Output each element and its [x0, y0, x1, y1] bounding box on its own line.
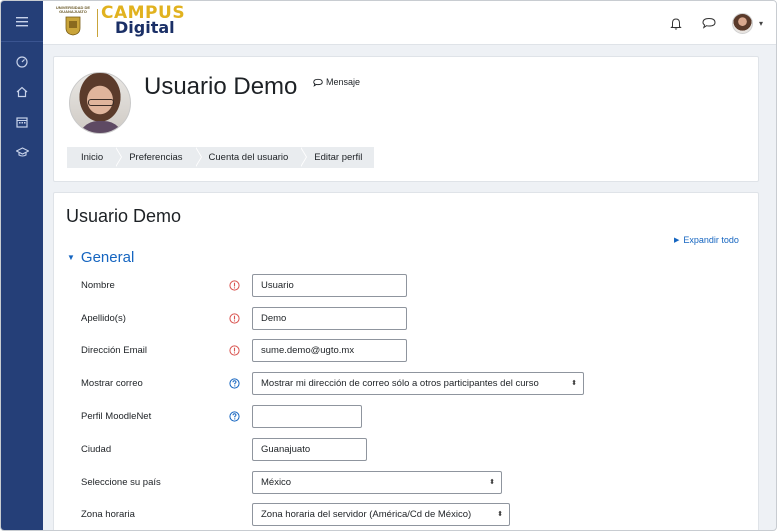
- courses-icon[interactable]: [10, 142, 34, 162]
- show-email-select[interactable]: Mostrar mi dirección de correo sólo a ot…: [252, 372, 584, 395]
- form-row-nombre: Nombre Usuario: [54, 274, 760, 298]
- first-name-input[interactable]: Usuario: [252, 274, 407, 297]
- email-input[interactable]: sume.demo@ugto.mx: [252, 339, 407, 362]
- breadcrumb-item-preferencias[interactable]: Preferencias: [115, 147, 202, 168]
- field-label: Zona horaria: [81, 509, 135, 520]
- brand-line-2: Digital: [115, 18, 175, 37]
- section-toggle-general[interactable]: ▼ General: [67, 249, 134, 266]
- edit-profile-form-card: Usuario Demo ▶ Expandir todo ▼ General N…: [53, 192, 760, 530]
- form-row-moodlenet: Perfil MoodleNet: [54, 405, 760, 429]
- field-label: Seleccione su país: [81, 477, 161, 488]
- logo-divider: [97, 9, 98, 37]
- university-seal-logo[interactable]: UNIVERSIDAD DE GUANAJUATO: [53, 6, 93, 40]
- field-label: Nombre: [81, 280, 115, 291]
- form-row-apellido: Apellido(s) Demo: [54, 307, 760, 331]
- show-email-select-value: Mostrar mi dirección de correo sólo a ot…: [261, 378, 539, 389]
- required-icon[interactable]: [228, 279, 240, 291]
- dashboard-icon[interactable]: [10, 52, 34, 72]
- select-caret-icon: ⬍: [497, 511, 503, 518]
- seal-text: UNIVERSIDAD DE GUANAJUATO: [55, 5, 91, 14]
- breadcrumb-item-inicio[interactable]: Inicio: [67, 147, 123, 168]
- calendar-icon[interactable]: [10, 112, 34, 132]
- profile-header-card: Usuario Demo Mensaje Inicio Preferencias…: [53, 56, 759, 182]
- form-row-pais: Seleccione su país México ⬍: [54, 471, 760, 495]
- section-title: General: [80, 249, 135, 266]
- field-label: Mostrar correo: [81, 378, 143, 389]
- menu-icon[interactable]: [10, 12, 34, 32]
- field-label: Apellido(s): [81, 313, 126, 324]
- home-icon[interactable]: [10, 82, 34, 102]
- campus-digital-logo[interactable]: CAMPUS Digital: [101, 5, 185, 36]
- timezone-select-value: Zona horaria del servidor (América/Cd de…: [261, 509, 472, 520]
- form-row-ciudad: Ciudad Guanajuato: [54, 438, 760, 462]
- avatar-glasses: [88, 99, 114, 106]
- help-icon[interactable]: [228, 410, 240, 422]
- city-input[interactable]: Guanajuato: [252, 438, 367, 461]
- field-label: Dirección Email: [81, 345, 147, 356]
- help-icon[interactable]: [228, 377, 240, 389]
- notifications-bell-icon[interactable]: [667, 14, 685, 32]
- expand-all-link[interactable]: ▶ Expandir todo: [674, 235, 739, 245]
- page-title: Usuario Demo: [66, 206, 182, 226]
- form-row-email: Dirección Email sume.demo@ugto.mx: [54, 339, 760, 363]
- expand-all-label: Expandir todo: [683, 235, 739, 245]
- message-link-label: Mensaje: [326, 77, 361, 87]
- select-caret-icon: ⬍: [571, 380, 577, 387]
- field-label: Ciudad: [81, 444, 112, 455]
- expand-caret-icon: ▶: [674, 237, 680, 244]
- user-menu-caret-icon[interactable]: ▾: [759, 19, 763, 28]
- required-icon[interactable]: [228, 312, 240, 324]
- country-select[interactable]: México ⬍: [252, 471, 502, 494]
- top-navbar: UNIVERSIDAD DE GUANAJUATO CAMPUS Digital…: [43, 1, 776, 45]
- breadcrumb-item-cuenta[interactable]: Cuenta del usuario: [194, 147, 308, 168]
- form-row-mostrar-correo: Mostrar correo Mostrar mi dirección de c…: [54, 372, 760, 396]
- timezone-select[interactable]: Zona horaria del servidor (América/Cd de…: [252, 503, 510, 526]
- last-name-input[interactable]: Demo: [252, 307, 407, 330]
- moodlenet-profile-input[interactable]: [252, 405, 362, 428]
- messages-chat-icon[interactable]: [700, 14, 718, 32]
- app-window: UNIVERSIDAD DE GUANAJUATO CAMPUS Digital…: [0, 0, 777, 531]
- left-nav-rail: [1, 1, 43, 530]
- avatar-shirt: [78, 121, 124, 133]
- form-row-zona-horaria: Zona horaria Zona horaria del servidor (…: [54, 503, 760, 527]
- message-bubble-icon: [313, 78, 323, 87]
- field-label: Perfil MoodleNet: [81, 411, 152, 422]
- select-caret-icon: ⬍: [489, 479, 495, 486]
- send-message-link[interactable]: Mensaje: [313, 77, 360, 87]
- user-profile-picture: [69, 72, 131, 134]
- user-menu-avatar[interactable]: [732, 13, 753, 34]
- breadcrumb: Inicio Preferencias Cuenta del usuario E…: [67, 147, 375, 168]
- breadcrumb-item-editar-perfil[interactable]: Editar perfil: [300, 147, 375, 168]
- collapse-caret-icon: ▼: [67, 253, 75, 262]
- profile-user-name: Usuario Demo: [144, 73, 298, 100]
- rail-divider: [1, 41, 43, 42]
- country-select-value: México: [261, 477, 292, 488]
- required-icon[interactable]: [228, 344, 240, 356]
